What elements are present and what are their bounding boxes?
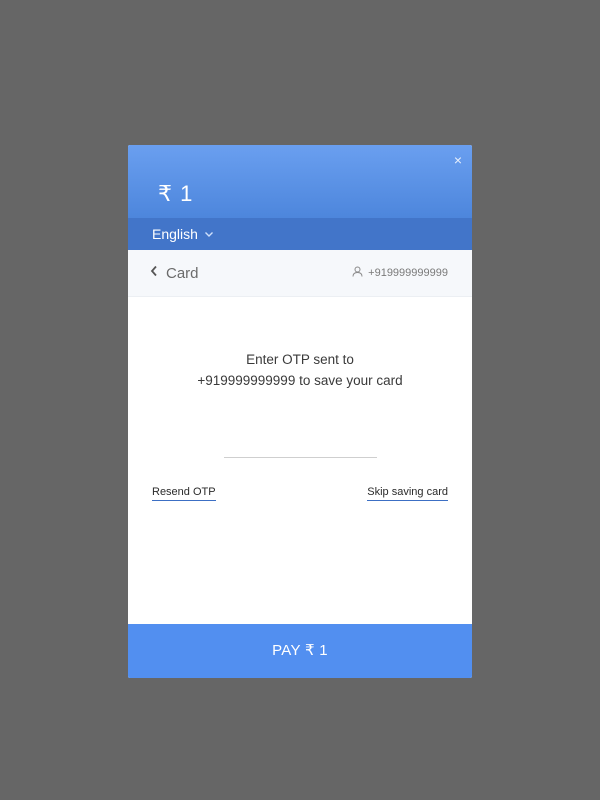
otp-message-line2: +919999999999 to save your card [197, 373, 403, 388]
contact-info: +919999999999 [352, 266, 448, 280]
user-icon [352, 266, 363, 280]
pay-button[interactable]: PAY ₹ 1 [128, 624, 472, 678]
resend-otp-link[interactable]: Resend OTP [152, 486, 216, 501]
header: ₹ 1 × [128, 145, 472, 218]
skip-saving-card-link[interactable]: Skip saving card [367, 486, 448, 501]
language-selector[interactable]: English [152, 226, 214, 242]
language-label: English [152, 226, 198, 242]
amount-display: ₹ 1 [158, 181, 194, 206]
close-icon[interactable]: × [449, 151, 467, 169]
checkout-modal: ₹ 1 × English Card +919999999999 Enter O… [128, 145, 472, 678]
otp-message-line1: Enter OTP sent to [246, 352, 354, 367]
method-bar: Card +919999999999 [128, 250, 472, 297]
contact-number: +919999999999 [368, 267, 448, 279]
otp-message: Enter OTP sent to +919999999999 to save … [148, 349, 452, 391]
back-label: Card [166, 264, 199, 282]
back-button[interactable]: Card [150, 264, 199, 282]
otp-input[interactable] [224, 435, 377, 458]
chevron-down-icon [204, 231, 214, 238]
language-bar: English [128, 218, 472, 250]
chevron-left-icon [150, 264, 158, 282]
